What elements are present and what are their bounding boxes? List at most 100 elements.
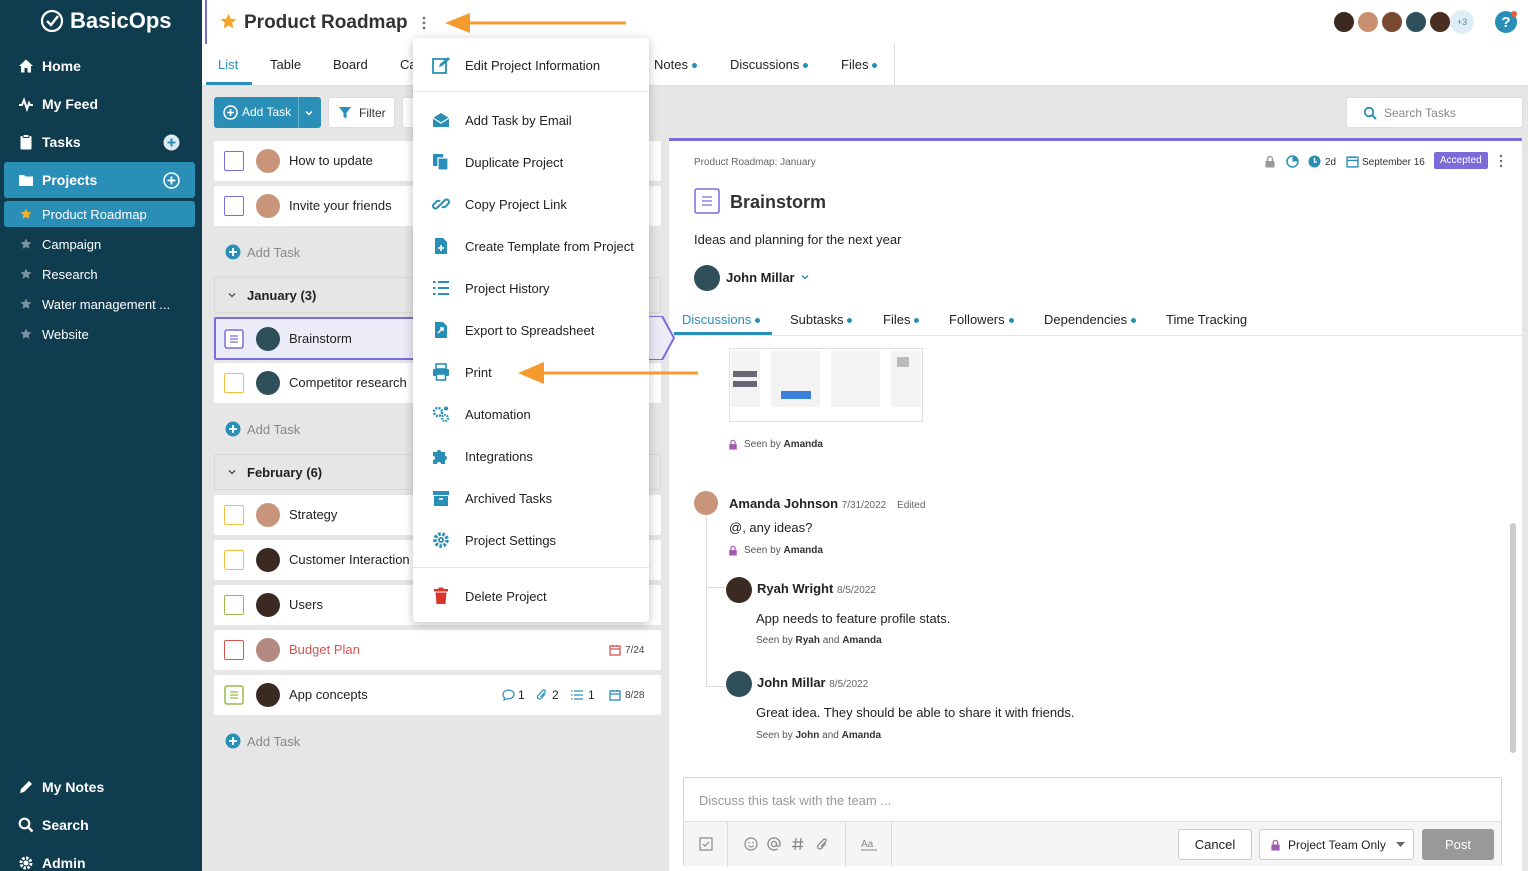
member-avatars[interactable]: +3 [1332,10,1474,36]
tab-table[interactable]: Table [270,57,301,72]
task-description[interactable]: Ideas and planning for the next year [694,232,901,247]
task-checkbox[interactable] [224,196,244,216]
menu-item-project-settings[interactable]: Project Settings [413,524,649,556]
menu-item-integrations[interactable]: Integrations [413,440,649,472]
menu-item-label: Edit Project Information [465,57,601,73]
help-icon[interactable]: ? [1494,10,1518,34]
chevron-down-icon[interactable] [800,272,810,282]
add-task-link[interactable]: Add Task [225,733,300,749]
tab-notes[interactable]: Notes [654,57,697,72]
tab-discussions[interactable]: Discussions [730,57,809,72]
nav-projects[interactable]: Projects [4,162,195,198]
assignee[interactable]: John Millar [726,270,795,285]
automation-icon [432,406,450,423]
more-options-icon[interactable] [420,15,428,31]
menu-item-copy-project-link[interactable]: Copy Project Link [413,188,649,220]
nav-admin[interactable]: Admin [0,845,202,871]
menu-item-label: Project Settings [465,532,557,548]
comment-input[interactable]: Discuss this task with the team ... [699,793,891,808]
hashtag-icon[interactable] [791,837,805,851]
favorite-star-icon[interactable] [220,13,237,30]
project-item-campaign[interactable]: Campaign [0,231,202,257]
nav-label: Home [42,58,81,74]
add-task-link[interactable]: Add Task [225,244,300,260]
checklist-icon[interactable] [699,837,713,851]
comment-author[interactable]: Amanda Johnson [729,496,838,511]
menu-item-duplicate-project[interactable]: Duplicate Project [413,146,649,178]
due-date[interactable]: September 16 [1362,157,1425,168]
nav-home[interactable]: Home [0,48,202,84]
project-item-research[interactable]: Research [0,261,202,287]
menu-item-project-history[interactable]: Project History [413,272,649,304]
visibility-select[interactable]: Project Team Only [1259,829,1414,860]
breadcrumb[interactable]: Product Roadmap: January [694,157,816,168]
avatar [726,577,752,603]
task-checkbox[interactable] [224,373,244,393]
project-item-water-management[interactable]: Water management ... [0,291,202,317]
post-button[interactable]: Post [1422,829,1494,860]
cancel-button[interactable]: Cancel [1178,829,1252,860]
project-item-product-roadmap[interactable]: Product Roadmap [4,201,195,227]
app-logo[interactable]: BasicOps [40,8,172,34]
chevron-down-icon[interactable] [227,290,237,300]
duration[interactable]: 2d [1325,157,1336,168]
export-icon [435,322,447,338]
search-tasks-box[interactable]: Search Tasks [1346,97,1523,128]
tab-subtasks[interactable]: Subtasks [790,312,853,327]
tab-board[interactable]: Board [333,57,368,72]
menu-item-export-to-spreadsheet[interactable]: Export to Spreadsheet [413,314,649,346]
tab-files[interactable]: Files [841,57,878,72]
lock-icon[interactable] [1264,155,1276,168]
status-badge[interactable]: Accepted [1434,152,1488,169]
menu-item-delete-project[interactable]: Delete Project [413,580,649,612]
tab-followers[interactable]: Followers [949,312,1014,327]
menu-item-create-template[interactable]: Create Template from Project [413,230,649,262]
task-checkbox[interactable] [224,595,244,615]
chevron-down-icon[interactable] [227,467,237,477]
nav-search[interactable]: Search [0,807,202,843]
project-item-website[interactable]: Website [0,321,202,347]
mention-icon[interactable] [767,837,781,851]
nav-my-feed[interactable]: My Feed [0,86,202,122]
add-task-button[interactable]: Add Task [214,97,321,128]
nav-tasks[interactable]: Tasks [0,124,202,160]
avatar [256,371,280,395]
task-checkbox[interactable] [224,505,244,525]
emoji-icon[interactable] [744,837,758,851]
attachment-icon[interactable] [816,837,829,851]
chevron-down-icon[interactable] [304,108,314,118]
tab-divider [669,335,1522,336]
menu-item-automation[interactable]: Automation [413,398,649,430]
task-row[interactable]: Budget Plan 7/24 [214,630,661,670]
nav-my-notes[interactable]: My Notes [0,769,202,805]
comment-author[interactable]: John Millar [757,675,826,690]
task-name: Strategy [289,507,338,522]
more-options-icon[interactable] [1498,154,1504,168]
scrollbar[interactable] [1510,523,1516,753]
task-checkbox[interactable] [224,550,244,570]
task-checkbox[interactable] [224,151,244,171]
search-input[interactable]: Search Tasks [1384,106,1456,120]
text-format-icon[interactable]: Aa [861,837,877,851]
add-project-icon[interactable] [163,172,180,189]
task-checkbox[interactable] [224,640,244,660]
menu-item-edit-project-information[interactable]: Edit Project Information [413,49,649,81]
add-task-link[interactable]: Add Task [225,421,300,437]
menu-item-archived-tasks[interactable]: Archived Tasks [413,482,649,514]
comment-composer: Discuss this task with the team ... Aa C… [683,777,1502,867]
comment-author[interactable]: Ryah Wright [757,581,833,596]
filter-button[interactable]: Filter [328,97,395,128]
menu-item-add-task-by-email[interactable]: Add Task by Email [413,104,649,136]
task-title[interactable]: Brainstorm [730,192,826,213]
tab-discussions[interactable]: Discussions [682,312,761,327]
tab-dependencies[interactable]: Dependencies [1044,312,1137,327]
add-task-icon[interactable] [163,134,180,151]
tab-files[interactable]: Files [883,312,920,327]
tab-list[interactable]: List [218,57,238,72]
task-row[interactable]: App concepts 1 2 1 8/28 [214,675,661,715]
annotation-arrow-icon [445,13,626,33]
project-options-menu: Edit Project Information Add Task by Ema… [413,38,649,622]
priority-icon[interactable] [1286,155,1299,168]
attachment-preview[interactable] [729,348,923,422]
tab-time-tracking[interactable]: Time Tracking [1166,312,1247,327]
